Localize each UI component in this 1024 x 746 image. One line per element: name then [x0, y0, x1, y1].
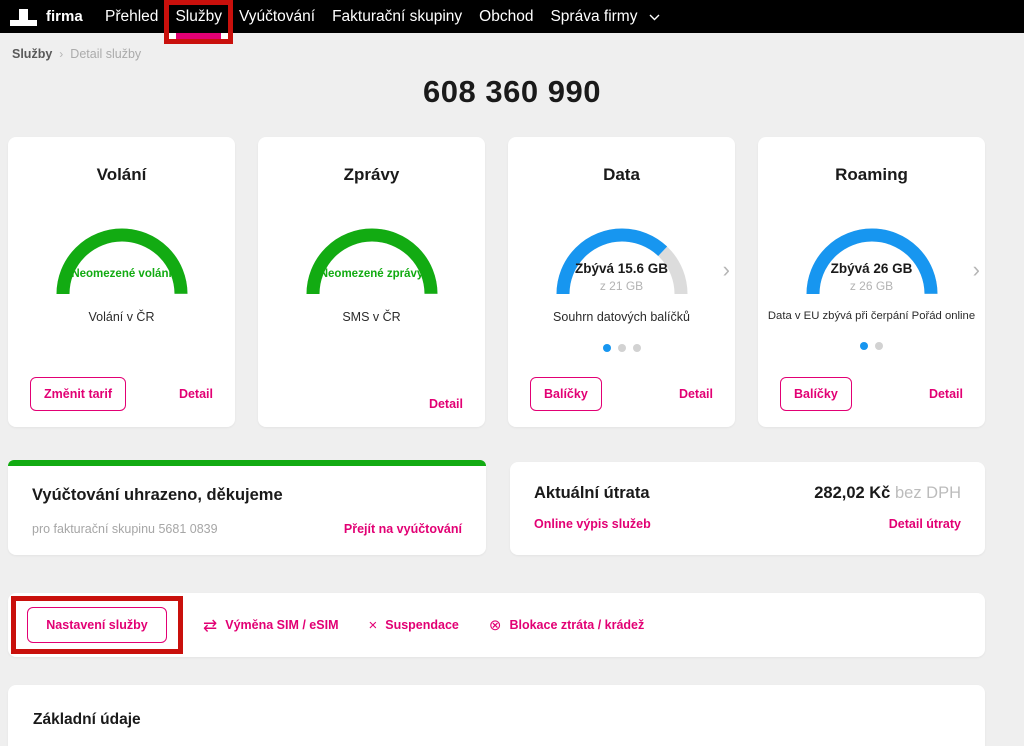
card-data: Data Zbývá 15.6 GB z 21 GB Souhrn datový…	[508, 137, 735, 427]
card-volani: Volání Neomezené volání Volání v ČR Změn…	[8, 137, 235, 427]
spend-card-row: Aktuální útrata 282,02 Kč bez DPH	[534, 484, 961, 503]
card-caption: SMS v ČR	[258, 310, 485, 324]
x-icon: ×	[368, 618, 377, 633]
action-links: ⇄ Výměna SIM / eSIM × Suspendace ⊗ Bloka…	[203, 617, 644, 634]
t-logo-icon	[10, 9, 38, 26]
nav-item-sluzby[interactable]: Služby	[175, 0, 222, 33]
carousel-next-icon[interactable]: ›	[723, 257, 730, 283]
carousel-dot[interactable]	[603, 344, 611, 352]
basic-info-title: Základní údaje	[33, 711, 985, 729]
breadcrumb: Služby › Detail služby	[0, 33, 1024, 61]
online-statement-link[interactable]: Online výpis služeb	[534, 517, 651, 531]
card-title: Volání	[8, 165, 235, 185]
current-spend-card: Aktuální útrata 282,02 Kč bez DPH Online…	[510, 462, 985, 555]
carousel-dot[interactable]	[633, 344, 641, 352]
brand-logo[interactable]: firma	[10, 7, 96, 26]
carousel-dots	[508, 344, 735, 352]
card-caption: Souhrn datových balíčků	[508, 310, 735, 324]
card-roaming: Roaming Zbývá 26 GB z 26 GB Data v EU zb…	[758, 137, 985, 427]
page-title: 608 360 990	[0, 74, 1024, 110]
spend-amount: 282,02 Kč bez DPH	[814, 484, 961, 503]
action-label: Blokace ztráta / krádež	[509, 618, 644, 632]
spend-title: Aktuální útrata	[534, 484, 650, 503]
gauge-label: Neomezené volání	[47, 268, 197, 280]
basic-info-card: Základní údaje	[8, 685, 985, 746]
nav-item-fakturacni-skupiny[interactable]: Fakturační skupiny	[332, 0, 462, 33]
nav-items: Přehled Služby Vyúčtování Fakturační sku…	[105, 0, 660, 33]
card-footer: Balíčky Detail	[780, 377, 963, 411]
nav-item-sprava-firmy-label: Správa firmy	[550, 8, 637, 25]
billing-row: Vyúčtování uhrazeno, děkujeme pro faktur…	[8, 460, 985, 555]
circle-x-icon: ⊗	[489, 618, 502, 633]
main-content: Volání Neomezené volání Volání v ČR Změn…	[8, 137, 985, 746]
billing-group-label: pro fakturační skupinu 5681 0839	[32, 522, 218, 536]
gauge-sublabel: z 26 GB	[797, 279, 947, 293]
action-label: Suspendace	[385, 618, 459, 632]
nav-item-vyuctovani[interactable]: Vyúčtování	[239, 0, 315, 33]
service-actions-strip: Nastavení služby ⇄ Výměna SIM / eSIM × S…	[8, 593, 985, 657]
gauge-label: Neomezené zprávy	[297, 268, 447, 280]
balicky-button[interactable]: Balíčky	[780, 377, 852, 411]
card-footer: Detail	[280, 397, 463, 411]
zmenit-tarif-button[interactable]: Změnit tarif	[30, 377, 126, 411]
carousel-dot[interactable]	[618, 344, 626, 352]
detail-link[interactable]: Detail	[679, 387, 713, 401]
detail-link[interactable]: Detail	[429, 397, 463, 411]
card-caption: Data v EU zbývá při čerpání Pořád online	[758, 310, 985, 322]
gauge-sublabel: z 21 GB	[547, 279, 697, 293]
spend-detail-link[interactable]: Detail útraty	[889, 517, 961, 531]
nav-item-obchod[interactable]: Obchod	[479, 0, 533, 33]
card-footer: Balíčky Detail	[530, 377, 713, 411]
card-title: Data	[508, 165, 735, 185]
suspend-action[interactable]: × Suspendace	[368, 618, 458, 633]
gauge-label: Zbývá 26 GB	[777, 261, 967, 276]
balicky-button[interactable]: Balíčky	[530, 377, 602, 411]
nav-item-prehled[interactable]: Přehled	[105, 0, 158, 33]
card-title: Zprávy	[258, 165, 485, 185]
billing-status-card: Vyúčtování uhrazeno, děkujeme pro faktur…	[8, 460, 486, 555]
block-lost-stolen-action[interactable]: ⊗ Blokace ztráta / krádež	[489, 618, 644, 633]
breadcrumb-parent[interactable]: Služby	[12, 47, 52, 61]
billing-card-body: Vyúčtování uhrazeno, děkujeme pro faktur…	[8, 466, 486, 555]
gauge-label: Zbývá 15.6 GB	[527, 261, 717, 276]
carousel-dot[interactable]	[875, 342, 883, 350]
brand-logo-label: firma	[46, 7, 83, 26]
spend-amount-value: 282,02 Kč	[814, 484, 890, 502]
card-zpravy: Zprávy Neomezené zprávy SMS v ČR Detail	[258, 137, 485, 427]
spend-card-row: Online výpis služeb Detail útraty	[534, 517, 961, 531]
breadcrumb-separator-icon: ›	[59, 47, 63, 61]
annotation-box-settings: Nastavení služby	[11, 596, 183, 654]
billing-card-row: pro fakturační skupinu 5681 0839 Přejít …	[32, 522, 462, 536]
action-label: Výměna SIM / eSIM	[225, 618, 338, 632]
card-footer: Změnit tarif Detail	[30, 377, 213, 411]
zpravy-gauge: Neomezené zprávy	[297, 221, 447, 301]
top-nav-bar: firma Přehled Služby Vyúčtování Fakturač…	[0, 0, 1024, 33]
detail-link[interactable]: Detail	[929, 387, 963, 401]
chevron-down-icon	[649, 0, 660, 33]
billing-status-title: Vyúčtování uhrazeno, děkujeme	[32, 486, 462, 505]
carousel-dot[interactable]	[860, 342, 868, 350]
sim-swap-action[interactable]: ⇄ Výměna SIM / eSIM	[203, 617, 338, 634]
nav-item-sluzby-label: Služby	[175, 8, 222, 25]
data-gauge: Zbývá 15.6 GB z 21 GB	[547, 221, 697, 301]
spend-amount-suffix: bez DPH	[895, 484, 961, 502]
roaming-gauge: Zbývá 26 GB z 26 GB	[797, 221, 947, 301]
card-title: Roaming	[758, 165, 985, 185]
service-settings-button[interactable]: Nastavení služby	[27, 607, 166, 643]
swap-icon: ⇄	[203, 617, 217, 634]
service-cards-row: Volání Neomezené volání Volání v ČR Změn…	[8, 137, 985, 427]
breadcrumb-current: Detail služby	[70, 47, 141, 61]
nav-item-sprava-firmy[interactable]: Správa firmy	[550, 0, 659, 33]
card-caption: Volání v ČR	[8, 310, 235, 324]
detail-link[interactable]: Detail	[179, 387, 213, 401]
carousel-next-icon[interactable]: ›	[973, 257, 980, 283]
carousel-dots	[758, 342, 985, 350]
volani-gauge: Neomezené volání	[47, 221, 197, 301]
active-nav-underline	[176, 33, 221, 39]
go-to-billing-link[interactable]: Přejít na vyúčtování	[344, 522, 462, 536]
